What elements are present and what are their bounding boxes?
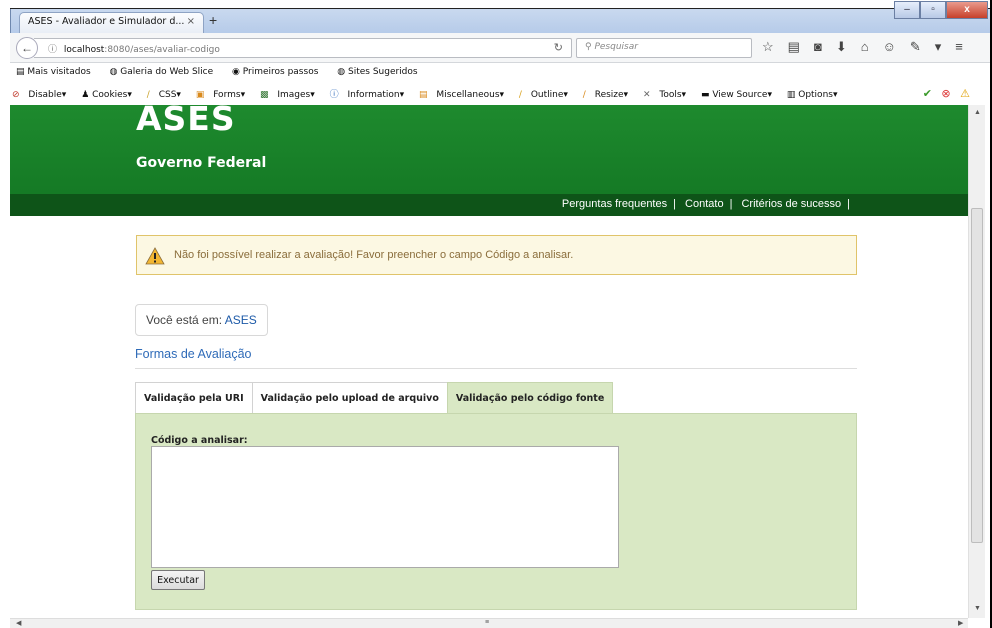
dev-images-menu[interactable]: ▩ Images▾ — [260, 90, 321, 100]
window-frame-left — [0, 0, 10, 628]
dev-resize-menu[interactable]: ∕ Resize▾ — [583, 90, 634, 100]
bookmark-sites-sugeridos[interactable]: ◍ Sites Sugeridos — [337, 67, 425, 77]
overflow-chevron-icon[interactable]: ▾ — [935, 39, 942, 55]
window-controls: – ▫ x — [894, 1, 988, 19]
bookmark-mais-visitados[interactable]: ▤ Mais visitados — [16, 67, 99, 77]
evaluation-tabs: Validação pela URI Validação pelo upload… — [135, 382, 614, 414]
nav-perguntas-frequentes[interactable]: Perguntas frequentes — [556, 198, 673, 210]
dev-view-source-menu[interactable]: ▬ View Source▾ — [701, 90, 778, 100]
code-field-label: Código a analisar: — [151, 435, 248, 446]
browser-navbar: ⓘ localhost:8080/ases/avaliar-codigo ↻ ←… — [10, 33, 990, 63]
extension-icon[interactable]: ✎ — [910, 39, 921, 55]
breadcrumb-prefix: Você está em: — [146, 313, 225, 327]
pocket-icon[interactable]: ◙ — [814, 39, 822, 55]
chat-icon[interactable]: ☺ — [883, 39, 896, 55]
bookmark-star-icon[interactable]: ☆ — [762, 39, 774, 55]
code-textarea[interactable] — [151, 446, 619, 568]
vertical-scrollbar[interactable]: ▲ ▼ — [968, 105, 985, 618]
tab-validacao-uri[interactable]: Validação pela URI — [135, 382, 253, 414]
warning-triangle-icon — [145, 247, 165, 265]
breadcrumb-link-ases[interactable]: ASES — [225, 313, 257, 327]
site-header: ASES Governo Federal — [10, 105, 968, 194]
scroll-right-arrow-icon[interactable]: ▶ — [958, 619, 963, 627]
page-viewport: ASES Governo Federal Perguntas frequente… — [10, 105, 968, 618]
tab-validacao-upload[interactable]: Validação pelo upload de arquivo — [251, 382, 448, 414]
bookmark-primeiros-passos[interactable]: ◉ Primeiros passos — [232, 67, 326, 77]
nav-contato[interactable]: Contato — [679, 198, 730, 210]
browser-tab-active[interactable]: ASES - Avaliador e Simulador d... × — [19, 12, 204, 33]
check-icon: ✔ — [922, 87, 932, 100]
back-arrow-icon[interactable]: ← — [16, 37, 38, 59]
nav-criterios-de-sucesso[interactable]: Critérios de sucesso — [735, 198, 847, 210]
warning-icon: ⚠ — [960, 87, 970, 100]
url-bar[interactable]: ⓘ localhost:8080/ases/avaliar-codigo ↻ — [34, 38, 572, 58]
minimize-button[interactable]: – — [894, 1, 920, 19]
executar-button[interactable]: Executar — [151, 570, 205, 590]
site-subtitle: Governo Federal — [136, 155, 267, 171]
dev-status-icons: ✔ ⊗ ⚠ — [923, 87, 976, 100]
dev-cookies-menu[interactable]: ♟ Cookies▾ — [81, 90, 138, 100]
download-icon[interactable]: ⬇ — [836, 39, 847, 55]
warning-alert: Não foi possível realizar a avaliação! F… — [136, 235, 857, 275]
search-input[interactable]: ⚲ Pesquisar — [576, 38, 752, 58]
nav-separator: | — [847, 198, 850, 210]
browser-titlebar: ASES - Avaliador e Simulador d... × + – … — [10, 1, 990, 33]
error-icon: ⊗ — [941, 87, 951, 100]
dev-outline-menu[interactable]: ∕ Outline▾ — [519, 90, 574, 100]
dev-forms-menu[interactable]: ▣ Forms▾ — [196, 90, 251, 100]
close-window-button[interactable]: x — [946, 1, 988, 19]
url-host: localhost — [63, 45, 105, 55]
toolbar-icons: ☆ ▤ ◙ ⬇ ⌂ ☺ ✎ ▾ ≡ — [762, 39, 963, 55]
scroll-up-arrow-icon[interactable]: ▲ — [974, 109, 981, 116]
menu-icon[interactable]: ≡ — [955, 39, 963, 55]
new-tab-button[interactable]: + — [209, 12, 217, 28]
dev-information-menu[interactable]: ⓘ Information▾ — [330, 90, 411, 100]
tab-title: ASES - Avaliador e Simulador d... — [28, 16, 185, 27]
section-heading: Formas de Avaliação — [135, 347, 252, 361]
breadcrumb: Você está em: ASES — [135, 304, 268, 336]
bookmarks-bar: ▤ Mais visitados ◍ Galeria do Web Slice … — [10, 67, 990, 85]
scroll-down-arrow-icon[interactable]: ▼ — [974, 605, 981, 612]
reload-icon[interactable]: ↻ — [554, 41, 563, 54]
info-icon[interactable]: ⓘ — [48, 45, 57, 55]
dev-disable-menu[interactable]: ⊘ Disable▾ — [12, 90, 72, 100]
horizontal-scroll-grip[interactable]: ≡ — [485, 619, 489, 626]
site-title: ASES — [136, 105, 236, 138]
heading-divider — [135, 368, 857, 369]
dev-options-menu[interactable]: ▥ Options▾ — [787, 90, 844, 100]
horizontal-scrollbar[interactable]: ◀ ≡ ▶ — [10, 618, 968, 628]
tab-validacao-codigo-fonte[interactable]: Validação pelo código fonte — [446, 382, 614, 414]
scroll-left-arrow-icon[interactable]: ◀ — [16, 619, 21, 627]
dev-tools-menu[interactable]: ✕ Tools▾ — [643, 90, 692, 100]
site-nav: Perguntas frequentes | Contato | Critérios… — [10, 194, 968, 216]
dev-misc-menu[interactable]: ▤ Miscellaneous▾ — [419, 90, 510, 100]
tab-close-icon[interactable]: × — [187, 16, 195, 27]
maximize-button[interactable]: ▫ — [920, 1, 946, 19]
code-validation-panel: Código a analisar: Executar — [135, 413, 857, 610]
nav-separator: | — [673, 198, 676, 210]
search-placeholder: Pesquisar — [594, 42, 638, 52]
web-developer-toolbar: ⊘ Disable▾ ♟ Cookies▾ ∕ CSS▾ ▣ Forms▾ ▩ … — [10, 87, 990, 105]
reading-list-icon[interactable]: ▤ — [788, 39, 800, 55]
home-icon[interactable]: ⌂ — [861, 39, 869, 55]
url-path: :8080/ases/avaliar-codigo — [104, 45, 220, 55]
bookmark-galeria[interactable]: ◍ Galeria do Web Slice — [110, 67, 222, 77]
nav-separator: | — [729, 198, 733, 210]
vertical-scroll-thumb[interactable] — [971, 208, 983, 543]
dev-css-menu[interactable]: ∕ CSS▾ — [147, 90, 187, 100]
alert-message: Não foi possível realizar a avaliação! F… — [174, 249, 574, 261]
